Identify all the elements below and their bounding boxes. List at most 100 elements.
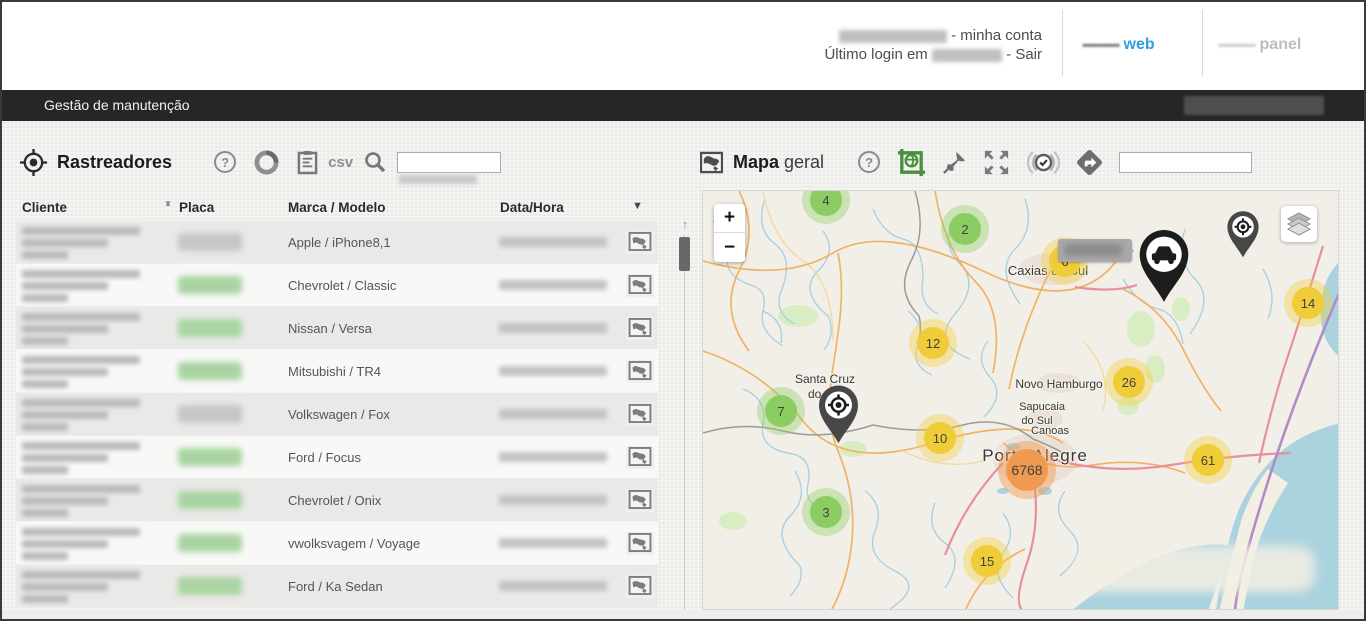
- brand-logo-panel[interactable]: ••••••••••••• panel: [1218, 36, 1301, 54]
- placa-redacted: [178, 319, 242, 337]
- datetime-redacted: [499, 581, 607, 591]
- col-cliente[interactable]: Cliente: [22, 200, 67, 215]
- minha-conta-link[interactable]: - minha conta: [951, 27, 1042, 44]
- locate-on-map-button[interactable]: [626, 489, 654, 512]
- table-row[interactable]: Ford / Focus: [16, 436, 658, 478]
- filter-dropdown-icon[interactable]: ▼: [632, 200, 643, 212]
- client-name-redacted: [22, 270, 140, 306]
- locate-on-map-button[interactable]: [626, 360, 654, 383]
- table-row[interactable]: Volkswagen / Fox: [16, 393, 658, 435]
- map-cluster-marker[interactable]: 6768: [1006, 449, 1048, 491]
- table-row[interactable]: Ford / Ka Sedan: [16, 565, 658, 607]
- map-cluster-marker[interactable]: 15: [971, 545, 1003, 577]
- marca-modelo-cell: Apple / iPhone8,1: [288, 235, 391, 250]
- expand-icon[interactable]: [982, 148, 1011, 177]
- map-canvas[interactable]: Caxias do SulSanta Cruzdo SulNovo Hambur…: [702, 190, 1339, 610]
- table-row[interactable]: Nissan / Versa: [16, 307, 658, 349]
- marca-modelo-cell: Nissan / Versa: [288, 321, 372, 336]
- datetime-redacted: [499, 452, 607, 462]
- sair-link[interactable]: - Sair: [1006, 46, 1042, 63]
- map-info-tooltip-redacted: [1058, 239, 1132, 262]
- map-title: Mapa: [733, 152, 779, 172]
- table-scrollbar[interactable]: ↑: [678, 219, 692, 611]
- client-name-redacted: [22, 227, 140, 263]
- map-place-label: Sapucaia: [1019, 401, 1065, 413]
- col-placa[interactable]: Placa: [179, 200, 214, 215]
- last-login-label: Último login em: [824, 46, 927, 63]
- map-cluster-marker[interactable]: 10: [924, 422, 956, 454]
- placa-redacted: [178, 233, 242, 251]
- zoom-in-button[interactable]: +: [714, 204, 745, 233]
- datetime-redacted: [499, 323, 607, 333]
- map-cluster-marker[interactable]: 14: [1292, 287, 1324, 319]
- route-arrow-icon[interactable]: [1076, 149, 1103, 176]
- brand-logo-web[interactable]: ••••••••••••• web: [1082, 36, 1155, 54]
- search-caption-redacted: [399, 175, 477, 184]
- map-cluster-marker[interactable]: 12: [917, 327, 949, 359]
- map-zoom-control: + −: [714, 204, 745, 262]
- table-row[interactable]: Chevrolet / Classic: [16, 264, 658, 306]
- locate-on-map-button[interactable]: [626, 403, 654, 426]
- datetime-redacted: [499, 495, 607, 505]
- client-name-redacted: [22, 571, 140, 607]
- zoom-out-button[interactable]: −: [714, 233, 745, 262]
- locate-on-map-button[interactable]: [626, 317, 654, 340]
- datetime-redacted: [499, 237, 607, 247]
- locate-on-map-button[interactable]: [626, 575, 654, 598]
- bottom-strip: [2, 610, 1364, 621]
- trackers-search-input[interactable]: [397, 152, 501, 173]
- csv-export-button[interactable]: csv: [328, 154, 353, 171]
- topbar-action-button-redacted[interactable]: [1184, 96, 1324, 115]
- datetime-redacted: [499, 280, 607, 290]
- username-redacted: [839, 30, 947, 43]
- location-pin[interactable]: [1225, 210, 1261, 263]
- placa-redacted: [178, 534, 242, 552]
- login-date-redacted: [932, 49, 1002, 62]
- locate-on-map-button[interactable]: [626, 532, 654, 555]
- content-area: Rastreadores ? csv Cliente ▲▼ Placa Marc: [2, 121, 1364, 621]
- table-row[interactable]: Chevrolet / Onix: [16, 479, 658, 521]
- map-cluster-marker[interactable]: 26: [1113, 366, 1145, 398]
- world-map-icon: [700, 151, 723, 174]
- scrollbar-thumb[interactable]: [679, 237, 690, 271]
- trackers-title: Rastreadores: [57, 152, 172, 173]
- client-name-redacted: [22, 485, 140, 521]
- refresh-spinner-icon[interactable]: [254, 150, 279, 175]
- radar-status-icon[interactable]: [1025, 146, 1062, 179]
- map-cluster-marker[interactable]: 2: [949, 213, 981, 245]
- table-row[interactable]: Apple / iPhone8,1: [16, 221, 658, 263]
- vehicle-pin[interactable]: [1136, 228, 1192, 308]
- map-cluster-marker[interactable]: 7: [765, 395, 797, 427]
- map-panel-header: Mapa geral ?: [700, 142, 1252, 182]
- location-pin[interactable]: [816, 384, 861, 449]
- locate-on-map-button[interactable]: [626, 446, 654, 469]
- map-help-icon[interactable]: ?: [858, 151, 880, 173]
- placa-redacted: [178, 405, 242, 423]
- pushpin-icon[interactable]: [941, 149, 968, 176]
- table-row[interactable]: vwolksvagem / Voyage: [16, 522, 658, 564]
- layers-control[interactable]: [1281, 206, 1317, 242]
- client-name-redacted: [22, 442, 140, 478]
- table-header: Cliente ▲▼ Placa Marca / Modelo Data/Hor…: [16, 198, 658, 220]
- scrollbar-track[interactable]: [684, 235, 685, 611]
- help-icon[interactable]: ?: [214, 151, 236, 173]
- table-row[interactable]: Mitsubishi / TR4: [16, 350, 658, 392]
- header-divider: [1202, 10, 1203, 76]
- fit-bounds-icon[interactable]: [896, 147, 927, 178]
- map-cluster-marker[interactable]: 61: [1192, 444, 1224, 476]
- col-datahora[interactable]: Data/Hora: [500, 200, 564, 215]
- scroll-up-icon[interactable]: ↑: [678, 217, 692, 232]
- header-divider: [1062, 10, 1063, 76]
- marca-modelo-cell: vwolksvagem / Voyage: [288, 536, 420, 551]
- locate-on-map-button[interactable]: [626, 274, 654, 297]
- locate-on-map-button[interactable]: [626, 231, 654, 254]
- report-clipboard-icon[interactable]: [297, 150, 318, 175]
- client-name-redacted: [22, 399, 140, 435]
- trackers-panel-header: Rastreadores ? csv: [20, 142, 501, 182]
- client-name-redacted: [22, 528, 140, 564]
- marca-modelo-cell: Chevrolet / Classic: [288, 278, 396, 293]
- map-search-input[interactable]: [1119, 152, 1252, 173]
- col-marca[interactable]: Marca / Modelo: [288, 200, 386, 215]
- client-name-redacted: [22, 313, 140, 349]
- map-cluster-marker[interactable]: 3: [810, 496, 842, 528]
